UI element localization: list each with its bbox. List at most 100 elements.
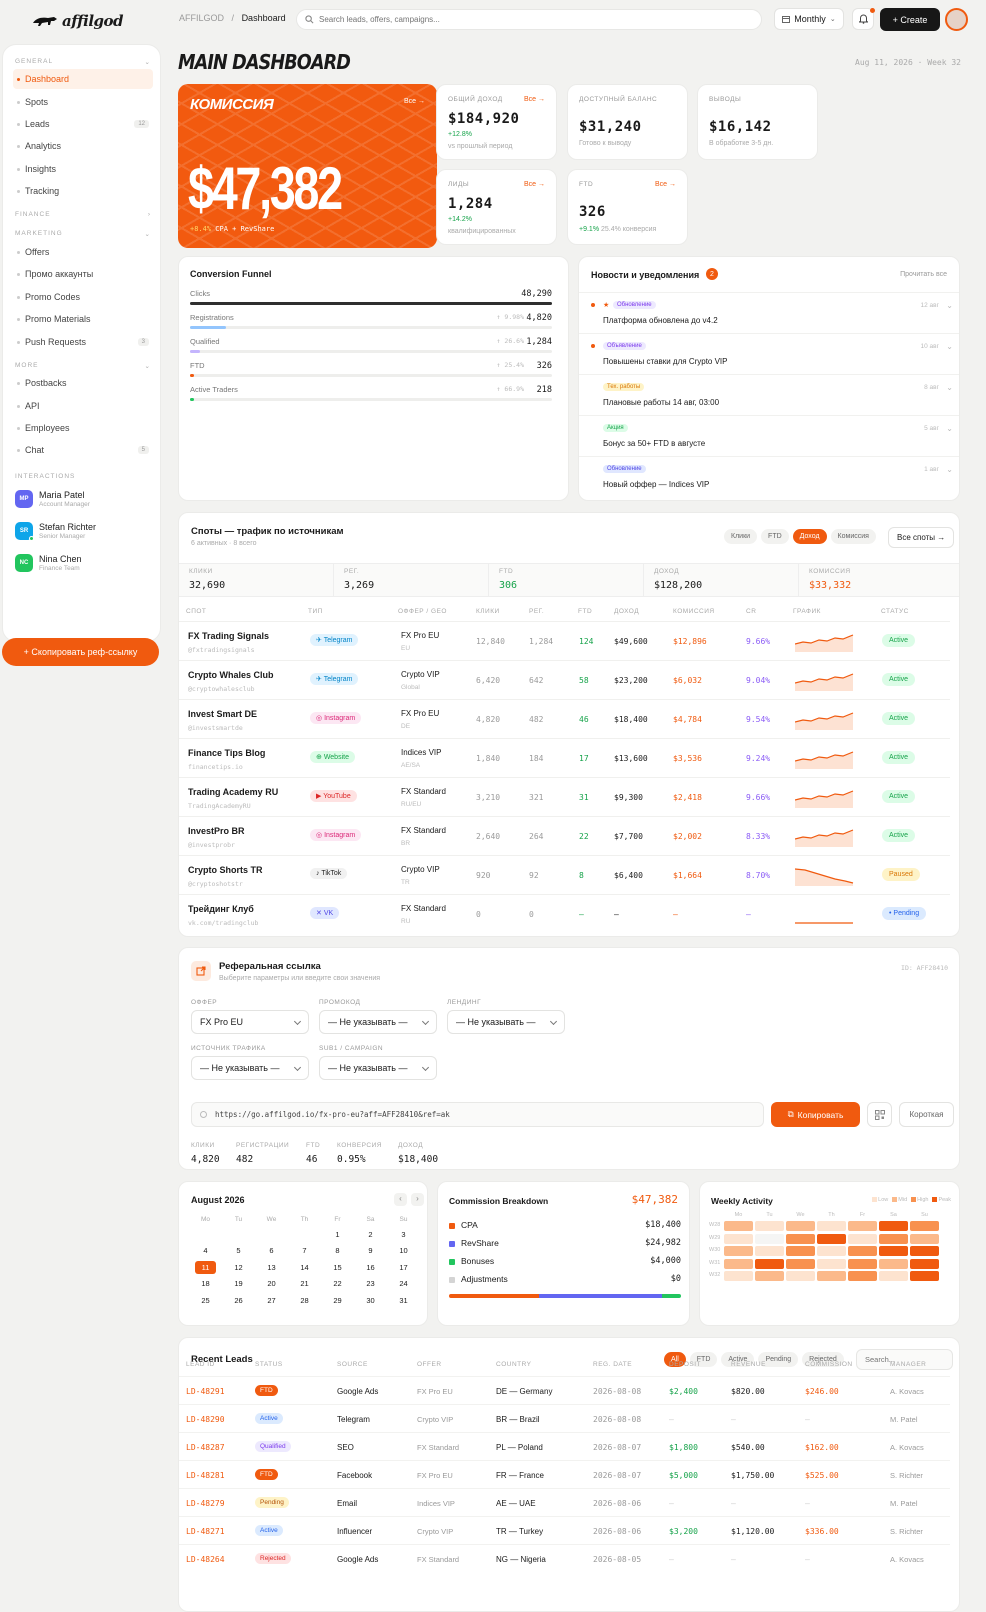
- tab-clicks[interactable]: Клики: [724, 529, 758, 544]
- search-input[interactable]: [319, 15, 739, 24]
- sidebar-item-spots[interactable]: Spots: [13, 92, 153, 112]
- heatmap-cell[interactable]: [724, 1233, 753, 1244]
- calendar-day[interactable]: 22: [321, 1276, 354, 1293]
- contact-maria-patel[interactable]: MP Maria Patel Account Manager: [15, 486, 155, 512]
- mark-all-read-link[interactable]: Прочитать все: [900, 271, 947, 278]
- calendar-day[interactable]: 30: [354, 1292, 387, 1309]
- breadcrumb-root[interactable]: AFFILGOD: [179, 13, 224, 23]
- kpi-all-link[interactable]: Все →: [524, 96, 545, 103]
- lead-id-link[interactable]: LD-48264: [186, 1555, 225, 1564]
- notifications-button[interactable]: [852, 8, 875, 30]
- calendar-day[interactable]: 6: [255, 1243, 288, 1260]
- heatmap-cell[interactable]: [879, 1258, 908, 1269]
- promo-select[interactable]: — Не указывать —: [319, 1010, 437, 1034]
- section-more[interactable]: MORE ⌄: [15, 362, 151, 370]
- calendar-day[interactable]: 8: [321, 1243, 354, 1260]
- heatmap-cell[interactable]: [755, 1221, 784, 1231]
- spot-row[interactable]: Crypto Whales Club @cryptowhalesclub ✈ Tel…: [179, 660, 950, 699]
- calendar-day[interactable]: 25: [189, 1292, 222, 1309]
- calendar-day[interactable]: 26: [222, 1292, 255, 1309]
- calendar-day[interactable]: 12: [222, 1259, 255, 1276]
- next-month-button[interactable]: ›: [411, 1193, 424, 1206]
- heatmap-cell[interactable]: [724, 1271, 753, 1281]
- spot-row[interactable]: Crypto Shorts TR @cryptoshotstr ♪ TikTok Cr…: [179, 855, 950, 894]
- sidebar-item-insights[interactable]: Insights: [13, 159, 153, 179]
- heatmap-cell[interactable]: [817, 1258, 846, 1269]
- calendar-day[interactable]: 14: [288, 1259, 321, 1276]
- heatmap-cell[interactable]: [786, 1246, 815, 1256]
- news-item[interactable]: Обновление ★ Платформа обновлена до v4.2 12…: [579, 292, 959, 333]
- qr-code-button[interactable]: [867, 1102, 892, 1127]
- chevron-down-icon[interactable]: ⌄: [946, 424, 953, 433]
- sidebar-item-promo-materials[interactable]: Promo Materials: [13, 309, 153, 329]
- commission-card[interactable]: КОМИССИЯ Все → $47,382 +8.4% CPA + RevSh…: [178, 84, 437, 248]
- commission-all-link[interactable]: Все →: [404, 98, 425, 105]
- calendar-day[interactable]: 16: [354, 1259, 387, 1276]
- lead-row[interactable]: LD-48287 Qualified SEO FX Standard PL — Pola…: [179, 1432, 950, 1460]
- calendar-day[interactable]: 11: [189, 1259, 222, 1276]
- sidebar-item-offers[interactable]: Offers: [13, 242, 153, 262]
- heatmap-cell[interactable]: [817, 1233, 846, 1244]
- kpi-leads[interactable]: ЛИДЫ Все → 1,284 +14.2% квалифицированны…: [436, 169, 557, 245]
- global-search[interactable]: [296, 9, 762, 30]
- heatmap-cell[interactable]: [755, 1271, 784, 1281]
- news-item[interactable]: Объявление Повышены ставки для Crypto VIP…: [579, 333, 959, 374]
- calendar-day[interactable]: 5: [222, 1243, 255, 1260]
- chevron-down-icon[interactable]: ⌄: [946, 342, 953, 351]
- sidebar-item-promo-accounts[interactable]: Промо аккаунты: [13, 264, 153, 284]
- sidebar-item-chat[interactable]: Chat 5: [13, 440, 153, 460]
- sidebar-item-dashboard[interactable]: Dashboard: [13, 69, 153, 89]
- lead-id-link[interactable]: LD-48290: [186, 1415, 225, 1424]
- kpi-all-link[interactable]: Все →: [655, 181, 676, 188]
- calendar-day[interactable]: 17: [387, 1259, 420, 1276]
- lead-row[interactable]: LD-48264 Rejected Google Ads FX Standard NG …: [179, 1544, 950, 1572]
- tab-revenue[interactable]: Доход: [792, 529, 827, 544]
- heatmap-cell[interactable]: [879, 1246, 908, 1256]
- calendar-day[interactable]: 10: [387, 1243, 420, 1260]
- chevron-down-icon[interactable]: ⌄: [946, 383, 953, 392]
- calendar-day[interactable]: 24: [387, 1276, 420, 1293]
- heatmap-cell[interactable]: [817, 1271, 846, 1281]
- calendar-day[interactable]: 9: [354, 1243, 387, 1260]
- news-item[interactable]: Обновление Новый оффер — Indices VIP 1 авг…: [579, 456, 959, 497]
- heatmap-cell[interactable]: [786, 1271, 815, 1281]
- news-item[interactable]: Акция Бонус за 50+ FTD в августе 5 авг ⌄: [579, 415, 959, 456]
- kpi-all-link[interactable]: Все →: [524, 181, 545, 188]
- heatmap-cell[interactable]: [724, 1221, 753, 1231]
- tab-commission[interactable]: Комиссия: [830, 529, 876, 544]
- heatmap-cell[interactable]: [910, 1233, 939, 1244]
- spot-row[interactable]: FX Trading Signals @fxtradingsignals ✈ Tel…: [179, 621, 950, 660]
- period-select[interactable]: Monthly ⌄: [774, 8, 844, 30]
- copy-ref-link-button[interactable]: + Скопировать реф-ссылку: [2, 638, 159, 666]
- user-avatar[interactable]: [945, 8, 968, 31]
- lead-row[interactable]: LD-48291 FTD Google Ads FX Pro EU DE — Germa…: [179, 1376, 950, 1404]
- heatmap-cell[interactable]: [755, 1233, 784, 1244]
- lead-row[interactable]: LD-48290 Active Telegram Crypto VIP BR — Bra…: [179, 1404, 950, 1432]
- spot-row[interactable]: InvestPro BR @investprobr ◎ Instagram FX St…: [179, 816, 950, 855]
- heatmap-cell[interactable]: [910, 1221, 939, 1231]
- heatmap-cell[interactable]: [848, 1233, 877, 1244]
- calendar-day[interactable]: 29: [321, 1292, 354, 1309]
- traffic-source-select[interactable]: — Не указывать —: [191, 1056, 309, 1080]
- calendar-day[interactable]: 19: [222, 1276, 255, 1293]
- heatmap-cell[interactable]: [879, 1221, 908, 1231]
- sidebar-item-employees[interactable]: Employees: [13, 418, 153, 438]
- kpi-available-balance[interactable]: ДОСТУПНЫЙ БАЛАНС $31,240 Готово к выводу: [567, 84, 688, 160]
- offer-select[interactable]: FX Pro EU: [191, 1010, 309, 1034]
- all-spots-button[interactable]: Все споты →: [888, 527, 955, 548]
- lead-row[interactable]: LD-48279 Pending Email Indices VIP AE — UAE 2…: [179, 1488, 950, 1516]
- heatmap-cell[interactable]: [848, 1246, 877, 1256]
- spot-row[interactable]: Трейдинг Клуб vk.com/tradingclub ✕ VK FX St…: [179, 894, 950, 933]
- kpi-total-revenue[interactable]: ОБЩИЙ ДОХОД Все → $184,920 +12.8% vs про…: [436, 84, 557, 160]
- heatmap-cell[interactable]: [910, 1258, 939, 1269]
- calendar-day[interactable]: 18: [189, 1276, 222, 1293]
- heatmap-cell[interactable]: [848, 1221, 877, 1231]
- prev-month-button[interactable]: ‹: [394, 1193, 407, 1206]
- calendar-day[interactable]: 15: [321, 1259, 354, 1276]
- spot-row[interactable]: Trading Academy RU TradingAcademyRU ▶ YouT…: [179, 777, 950, 816]
- calendar-day[interactable]: 7: [288, 1243, 321, 1260]
- heatmap-cell[interactable]: [817, 1246, 846, 1256]
- sub-campaign-select[interactable]: — Не указывать —: [319, 1056, 437, 1080]
- section-general[interactable]: GENERAL ⌄: [15, 58, 151, 66]
- brand-logo[interactable]: affilgod: [32, 12, 124, 30]
